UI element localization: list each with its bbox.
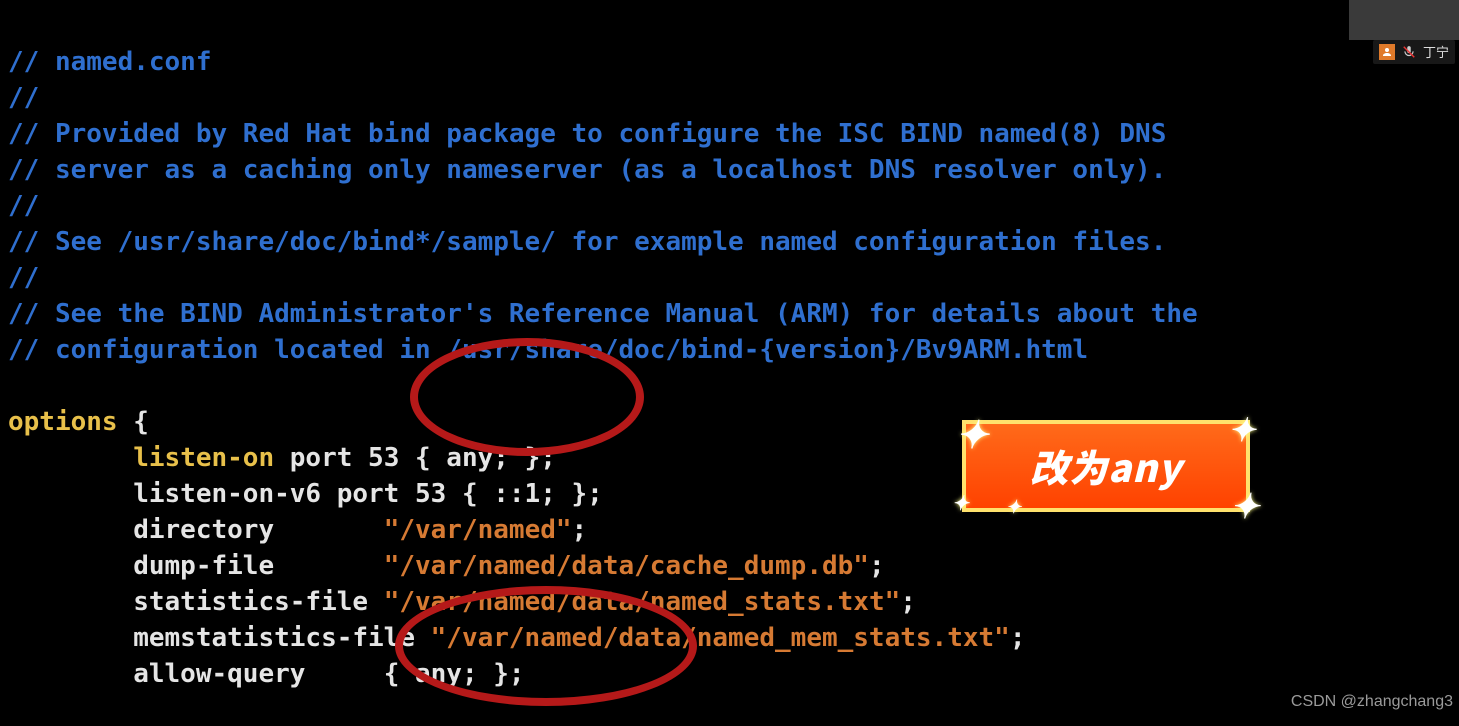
comment-line: // — [8, 191, 39, 221]
semicolon: ; — [900, 587, 916, 617]
star-icon: ✦ — [952, 484, 970, 520]
code-editor[interactable]: // named.conf // // Provided by Red Hat … — [0, 0, 1459, 726]
directive-dump-file-value: "/var/named/data/cache_dump.db" — [384, 551, 869, 581]
listen-on-value: port 53 { any; }; — [274, 443, 556, 473]
semicolon: ; — [1010, 623, 1026, 653]
directive-listen-on-v6: listen-on-v6 port 53 { ::1; }; — [8, 479, 603, 509]
participant-name: 丁宁 — [1423, 46, 1449, 59]
directive-listen-on: listen-on — [133, 443, 274, 473]
directive-memstatistics-file-value: "/var/named/data/named_mem_stats.txt" — [431, 623, 1010, 653]
comment-line: // configuration located in /usr/share/d… — [8, 335, 1088, 365]
comment-line: // named.conf — [8, 47, 212, 77]
indent — [8, 443, 133, 473]
video-placeholder — [1349, 0, 1459, 40]
directive-memstatistics-file-key: memstatistics-file — [8, 623, 431, 653]
star-icon: ✦ — [1228, 410, 1256, 446]
annotation-label-text: 改为any — [1030, 448, 1182, 484]
directive-statistics-file-key: statistics-file — [8, 587, 384, 617]
star-icon: ✦ — [1231, 486, 1261, 522]
comment-line: // Provided by Red Hat bind package to c… — [8, 119, 1166, 149]
comment-line: // server as a caching only nameserver (… — [8, 155, 1166, 185]
directive-dump-file-key: dump-file — [8, 551, 384, 581]
comment-line: // — [8, 263, 39, 293]
directive-statistics-file-value: "/var/named/data/named_stats.txt" — [384, 587, 901, 617]
star-icon: ✦ — [956, 414, 989, 450]
watermark: CSDN @zhangchang3 — [1291, 684, 1453, 720]
avatar-icon — [1379, 44, 1395, 60]
mic-muted-icon — [1401, 44, 1417, 60]
brace: { — [118, 407, 149, 437]
comment-line: // — [8, 83, 39, 113]
star-icon: ✦ — [1006, 488, 1022, 524]
comment-line: // See /usr/share/doc/bind*/sample/ for … — [8, 227, 1166, 257]
annotation-label: 改为any ✦ ✦ ✦ ✦ ✦ — [962, 420, 1250, 512]
semicolon: ; — [572, 515, 588, 545]
directive-directory-key: directory — [8, 515, 384, 545]
participant-badge[interactable]: 丁宁 — [1373, 40, 1455, 64]
directive-allow-query-key: allow-query — [8, 659, 384, 689]
directive-allow-query-value: { any; }; — [384, 659, 525, 689]
semicolon: ; — [869, 551, 885, 581]
keyword-options: options — [8, 407, 118, 437]
comment-line: // See the BIND Administrator's Referenc… — [8, 299, 1198, 329]
directive-directory-value: "/var/named" — [384, 515, 572, 545]
